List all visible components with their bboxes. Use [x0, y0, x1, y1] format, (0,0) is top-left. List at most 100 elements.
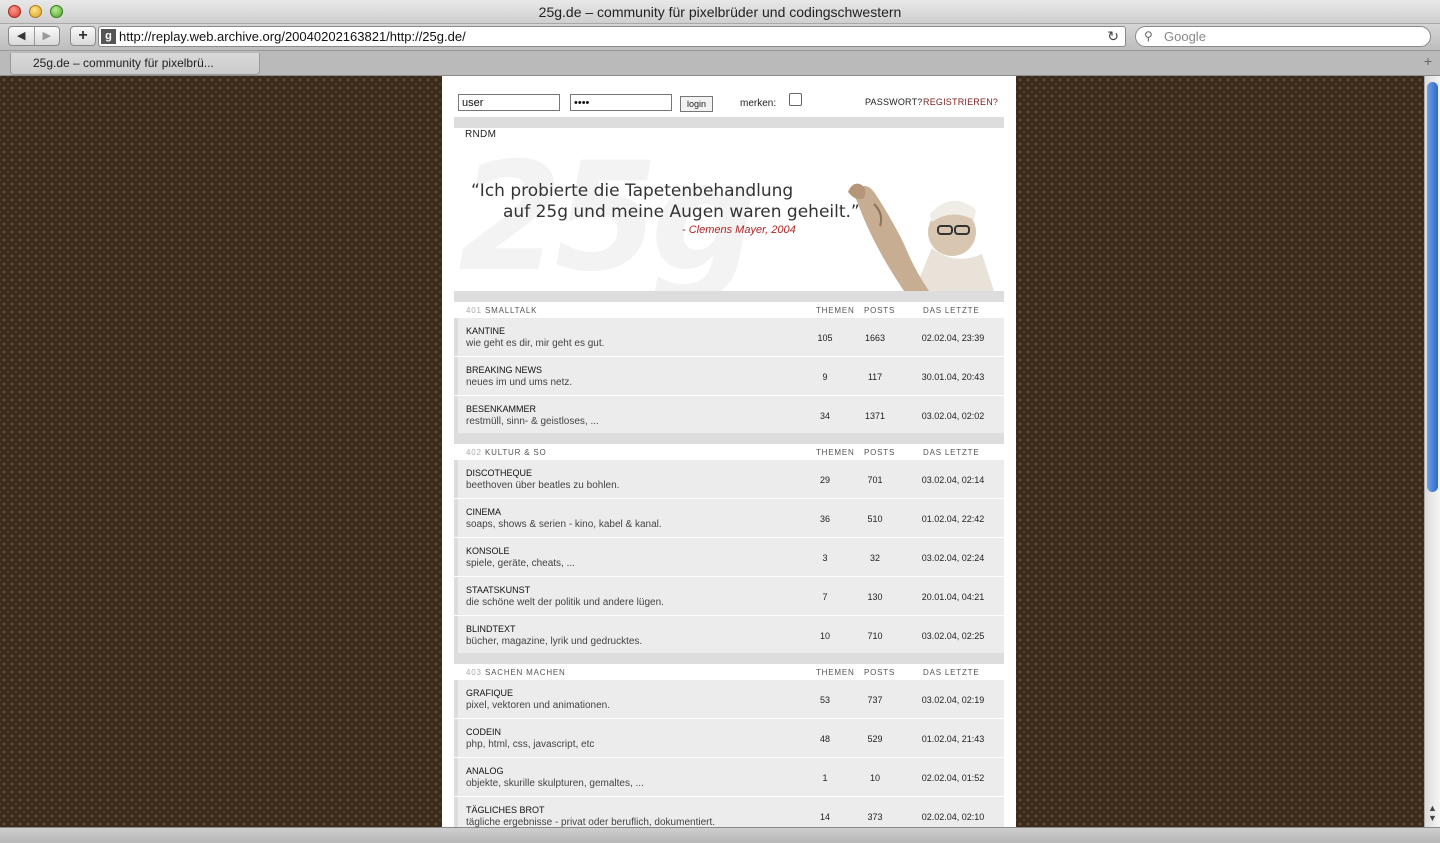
password-input[interactable] — [570, 94, 672, 111]
col-themen: THEMEN — [816, 448, 855, 457]
forgot-password-link[interactable]: PASSWORT? — [865, 97, 922, 107]
username-input[interactable] — [458, 94, 560, 111]
forum-row[interactable]: CINEMA soaps, shows & serien - kino, kab… — [454, 499, 1004, 537]
forum-title[interactable]: BREAKING NEWS — [466, 365, 542, 375]
forum-desc: soaps, shows & serien - kino, kabel & ka… — [466, 519, 662, 530]
forum-last[interactable]: 03.02.04, 02:19 — [916, 695, 990, 705]
forum-themen: 34 — [819, 411, 830, 421]
tab-25g[interactable]: 25g.de – community für pixelbrü... — [10, 53, 260, 75]
divider-band — [454, 291, 1004, 302]
forum-themen: 7 — [822, 592, 828, 602]
col-posts: POSTS — [864, 668, 896, 677]
forum-last[interactable]: 01.02.04, 21:43 — [916, 734, 990, 744]
forum-last[interactable]: 03.02.04, 02:02 — [916, 411, 990, 421]
forum-title[interactable]: GRAFIQUE — [466, 688, 513, 698]
forum-row[interactable]: BREAKING NEWS neues im und ums netz. 9 1… — [454, 357, 1004, 395]
forum-desc: pixel, vektoren und animationen. — [466, 700, 610, 711]
forum-row[interactable]: BESENKAMMER restmüll, sinn- & geistloses… — [454, 396, 1004, 434]
forum-posts: 117 — [867, 372, 883, 382]
forum-posts: 701 — [867, 475, 883, 485]
forum-title[interactable]: BESENKAMMER — [466, 404, 536, 414]
register-link[interactable]: REGISTRIEREN? — [923, 97, 998, 107]
close-window-icon[interactable] — [8, 5, 21, 18]
forum-row[interactable]: KANTINE wie geht es dir, mir geht es gut… — [454, 318, 1004, 356]
forum-row[interactable]: DISCOTHEQUE beethoven über beatles zu bo… — [454, 460, 1004, 498]
forum-posts: 32 — [869, 553, 880, 563]
col-last: DAS LETZTE — [923, 668, 980, 677]
forum-title[interactable]: ANALOG — [466, 766, 504, 776]
quote-line-1: “Ich probierte die Tapetenbehandlung — [471, 181, 794, 201]
back-icon[interactable]: ◀ — [9, 27, 34, 45]
section-header: 403 SACHEN MACHEN THEMEN POSTS DAS LETZT… — [454, 664, 1004, 680]
scroll-arrows-icon[interactable]: ▲ ▼ — [1428, 803, 1437, 823]
forum-last[interactable]: 02.02.04, 23:39 — [916, 333, 990, 343]
reload-icon[interactable]: ↻ — [1107, 27, 1119, 46]
window-titlebar: 25g.de – community für pixelbrüder und c… — [0, 0, 1440, 24]
forum-desc: tägliche ergebnisse - privat oder berufl… — [466, 817, 716, 827]
col-themen: THEMEN — [816, 668, 855, 677]
forum-title[interactable]: BLINDTEXT — [466, 624, 516, 634]
section-header: 402 KULTUR & SO THEMEN POSTS DAS LETZTE — [454, 444, 1004, 460]
forum-last[interactable]: 03.02.04, 02:25 — [916, 631, 990, 641]
forum-row[interactable]: GRAFIQUE pixel, vektoren und animationen… — [454, 680, 1004, 718]
forum-last[interactable]: 03.02.04, 02:14 — [916, 475, 990, 485]
remember-label: merken: — [740, 98, 777, 109]
forum-title[interactable]: CINEMA — [466, 507, 501, 517]
divider-band — [454, 653, 1004, 664]
forum-row[interactable]: ANALOG objekte, skurille skulpturen, gem… — [454, 758, 1004, 796]
forum-row[interactable]: KONSOLE spiele, geräte, cheats, ... 3 32… — [454, 538, 1004, 576]
scrollbar-thumb[interactable] — [1427, 82, 1438, 492]
forum-last[interactable]: 03.02.04, 02:24 — [916, 553, 990, 563]
forum-title[interactable]: CODEIN — [466, 727, 501, 737]
forum-row[interactable]: CODEIN php, html, css, javascript, etc 4… — [454, 719, 1004, 757]
address-bar[interactable]: g http://replay.web.archive.org/20040202… — [98, 26, 1126, 47]
forum-posts: 510 — [867, 514, 883, 524]
section-name: SACHEN MACHEN — [485, 668, 566, 677]
add-bookmark-button[interactable]: + — [70, 26, 96, 46]
forum-last[interactable]: 30.01.04, 20:43 — [916, 372, 990, 382]
col-last: DAS LETZTE — [923, 306, 980, 315]
quote-line-2: auf 25g und meine Augen waren geheilt.” — [503, 202, 860, 222]
forum-row[interactable]: BLINDTEXT bücher, magazine, lyrik und ge… — [454, 616, 1004, 654]
forum-title[interactable]: KONSOLE — [466, 546, 510, 556]
page-viewport: login merken: PASSWORT? REGISTRIEREN? RN… — [0, 76, 1424, 827]
forum-themen: 1 — [822, 773, 828, 783]
forum-last[interactable]: 20.01.04, 04:21 — [916, 592, 990, 602]
section-name: SMALLTALK — [485, 306, 538, 315]
vertical-scrollbar[interactable]: ▲ ▼ — [1424, 76, 1440, 827]
minimize-window-icon[interactable] — [29, 5, 42, 18]
new-tab-icon[interactable]: + — [1424, 53, 1432, 69]
forum-title[interactable]: KANTINE — [466, 326, 505, 336]
search-field[interactable]: ⚲ Google — [1135, 26, 1431, 47]
forum-desc: neues im und ums netz. — [466, 377, 573, 388]
remember-checkbox[interactable] — [789, 93, 802, 106]
col-posts: POSTS — [864, 448, 896, 457]
section-name: KULTUR & SO — [485, 448, 547, 457]
url-text: http://replay.web.archive.org/2004020216… — [119, 29, 466, 44]
login-button[interactable]: login — [680, 96, 713, 112]
section-number: 403 — [466, 668, 482, 677]
forum-last[interactable]: 02.02.04, 01:52 — [916, 773, 990, 783]
status-bar — [0, 827, 1440, 843]
zoom-window-icon[interactable] — [50, 5, 63, 18]
forum-themen: 14 — [819, 812, 830, 822]
forum-last[interactable]: 02.02.04, 02:10 — [916, 812, 990, 822]
forum-title[interactable]: STAATSKUNST — [466, 585, 530, 595]
forum-desc: spiele, geräte, cheats, ... — [466, 558, 575, 569]
forum-row[interactable]: STAATSKUNST die schöne welt der politik … — [454, 577, 1004, 615]
forum-section: 403 SACHEN MACHEN THEMEN POSTS DAS LETZT… — [454, 664, 1004, 827]
section-header: 401 SMALLTALK THEMEN POSTS DAS LETZTE — [454, 302, 1004, 318]
forum-posts: 737 — [867, 695, 883, 705]
search-icon: ⚲ — [1144, 29, 1153, 43]
forum-title[interactable]: DISCOTHEQUE — [466, 468, 532, 478]
forum-themen: 3 — [822, 553, 828, 563]
forum-row[interactable]: TÄGLICHES BROT tägliche ergebnisse - pri… — [454, 797, 1004, 827]
forward-icon[interactable]: ▶ — [33, 27, 60, 45]
forum-posts: 10 — [869, 773, 880, 783]
window-title: 25g.de – community für pixelbrüder und c… — [538, 4, 902, 20]
forum-last[interactable]: 01.02.04, 22:42 — [916, 514, 990, 524]
nav-buttons: ◀ ▶ — [8, 26, 60, 46]
forum-themen: 48 — [819, 734, 830, 744]
forum-title[interactable]: TÄGLICHES BROT — [466, 805, 545, 815]
forum-section: 401 SMALLTALK THEMEN POSTS DAS LETZTE KA… — [454, 302, 1004, 435]
